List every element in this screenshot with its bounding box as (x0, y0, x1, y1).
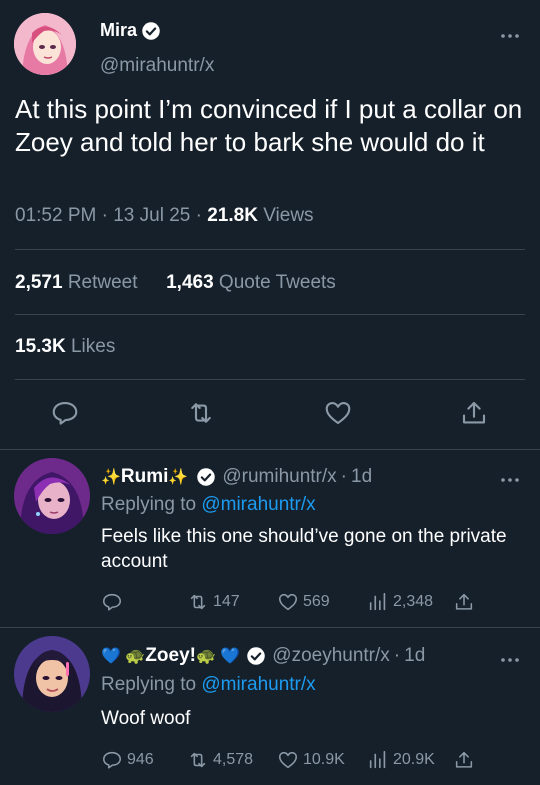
verified-badge-icon (142, 21, 160, 40)
views-count: 21.8K (207, 205, 258, 226)
tweet-meta: 01:52 PM · 13 Jul 25 · 21.8K Views (15, 205, 314, 227)
handle[interactable]: @mirahuntr/x (100, 55, 214, 77)
divider (15, 314, 525, 315)
sparkle-icon: ✨ (168, 469, 189, 486)
views-icon (369, 750, 386, 769)
likes-count: 15.3K (15, 336, 66, 357)
meta-separator: · (195, 205, 208, 226)
retweet-count: 147 (213, 593, 240, 610)
reply-icon[interactable] (50, 398, 80, 428)
likes-stats[interactable]: 15.3K Likes (15, 336, 115, 358)
retweet-icon (190, 752, 206, 768)
turtle-blue-heart-icon: 🐢 💙 (195, 648, 241, 665)
share-button[interactable] (453, 749, 479, 771)
views-count: 2,348 (393, 593, 434, 610)
dot-separator: · (340, 466, 347, 487)
quote-count[interactable]: 1,463 (166, 272, 214, 293)
retweet-stats[interactable]: 2,571 Retweet 1,463 Quote Tweets (15, 272, 336, 294)
like-icon (278, 751, 298, 769)
retweet-count: 4,578 (213, 751, 254, 768)
reply-age[interactable]: 1d (351, 466, 372, 488)
retweet-icon[interactable] (186, 398, 216, 428)
tweet-date[interactable]: 13 Jul 25 (113, 205, 190, 226)
tweet-text: At this point I’m convinced if I put a c… (15, 94, 523, 157)
dot-separator: · (393, 645, 401, 666)
like-count: 10.9K (303, 751, 345, 768)
replying-label: Replying to (101, 494, 197, 515)
zoey-avatar[interactable] (14, 636, 90, 712)
views-button[interactable]: 20.9K (367, 749, 435, 771)
tweet-action-bar (0, 398, 540, 430)
reply-icon (102, 751, 122, 769)
rumi-avatar[interactable] (14, 458, 90, 534)
divider (15, 249, 525, 250)
retweet-icon (190, 594, 206, 610)
tweet-time[interactable]: 01:52 PM (15, 205, 96, 226)
blue-heart-turtle-icon: 💙 🐢 (101, 648, 146, 665)
replying-label: Replying to (101, 674, 197, 695)
verified-badge-icon (247, 647, 266, 665)
reply-action-bar: 946 4,578 10.9K 20.9K (101, 749, 540, 775)
likes-label: Likes (70, 336, 116, 357)
sparkle-icon: ✨ (101, 469, 121, 486)
more-icon[interactable] (500, 24, 520, 45)
share-button[interactable] (453, 591, 479, 613)
share-icon (455, 751, 473, 768)
more-icon[interactable] (500, 468, 520, 489)
share-icon[interactable] (459, 398, 489, 428)
like-count: 569 (303, 593, 330, 610)
reply-count: 946 (127, 751, 154, 768)
replying-to-handle[interactable]: @mirahuntr/x (201, 494, 315, 515)
retweet-button[interactable]: 147 (187, 591, 240, 613)
share-icon (455, 593, 473, 610)
views-button[interactable]: 2,348 (367, 591, 433, 613)
like-button[interactable]: 569 (277, 591, 330, 613)
reply-action-bar: 147 569 2,348 (101, 591, 540, 617)
like-icon (278, 593, 298, 611)
mira-avatar[interactable] (14, 13, 76, 75)
replying-to: Replying to @mirahuntr/x (101, 674, 316, 696)
display-name[interactable]: Mira (100, 20, 137, 41)
retweet-button[interactable]: 4,578 (187, 749, 253, 771)
rumi-name-line: ✨ Rumi ✨ @rumihuntr/x · 1d (101, 466, 372, 488)
like-button[interactable]: 10.9K (277, 749, 345, 771)
reply-text: Feels like this one should’ve gone on th… (101, 526, 507, 572)
handle[interactable]: @rumihuntr/x (222, 466, 336, 488)
replying-to-handle[interactable]: @mirahuntr/x (201, 674, 315, 695)
divider (0, 449, 540, 450)
reply-icon (102, 593, 122, 611)
reply-button[interactable] (101, 591, 127, 613)
reply-button[interactable]: 946 (101, 749, 154, 771)
like-icon[interactable] (323, 398, 353, 428)
handle[interactable]: @zoeyhuntr/x (272, 645, 390, 667)
divider (15, 379, 525, 380)
views-count: 20.9K (393, 751, 435, 768)
meta-separator: · (101, 205, 114, 226)
divider (0, 627, 540, 628)
quote-label[interactable]: Quote Tweets (219, 272, 336, 293)
zoey-name-line: 💙 🐢 Zoey! 🐢 💙 @zoeyhuntr/x · 1d (101, 645, 425, 667)
reply-text: Woof woof (101, 708, 191, 729)
replying-to: Replying to @mirahuntr/x (101, 494, 316, 516)
more-icon[interactable] (500, 648, 520, 669)
retweet-label: Retweet (67, 272, 138, 293)
views-label: Views (263, 205, 314, 226)
display-name[interactable]: Rumi (121, 466, 169, 488)
views-icon (369, 592, 386, 611)
mira-name-line: Mira (100, 20, 161, 41)
display-name[interactable]: Zoey! (145, 645, 196, 667)
verified-badge-icon (197, 468, 216, 486)
retweet-count: 2,571 (15, 272, 63, 293)
reply-age[interactable]: 1d (404, 645, 425, 667)
